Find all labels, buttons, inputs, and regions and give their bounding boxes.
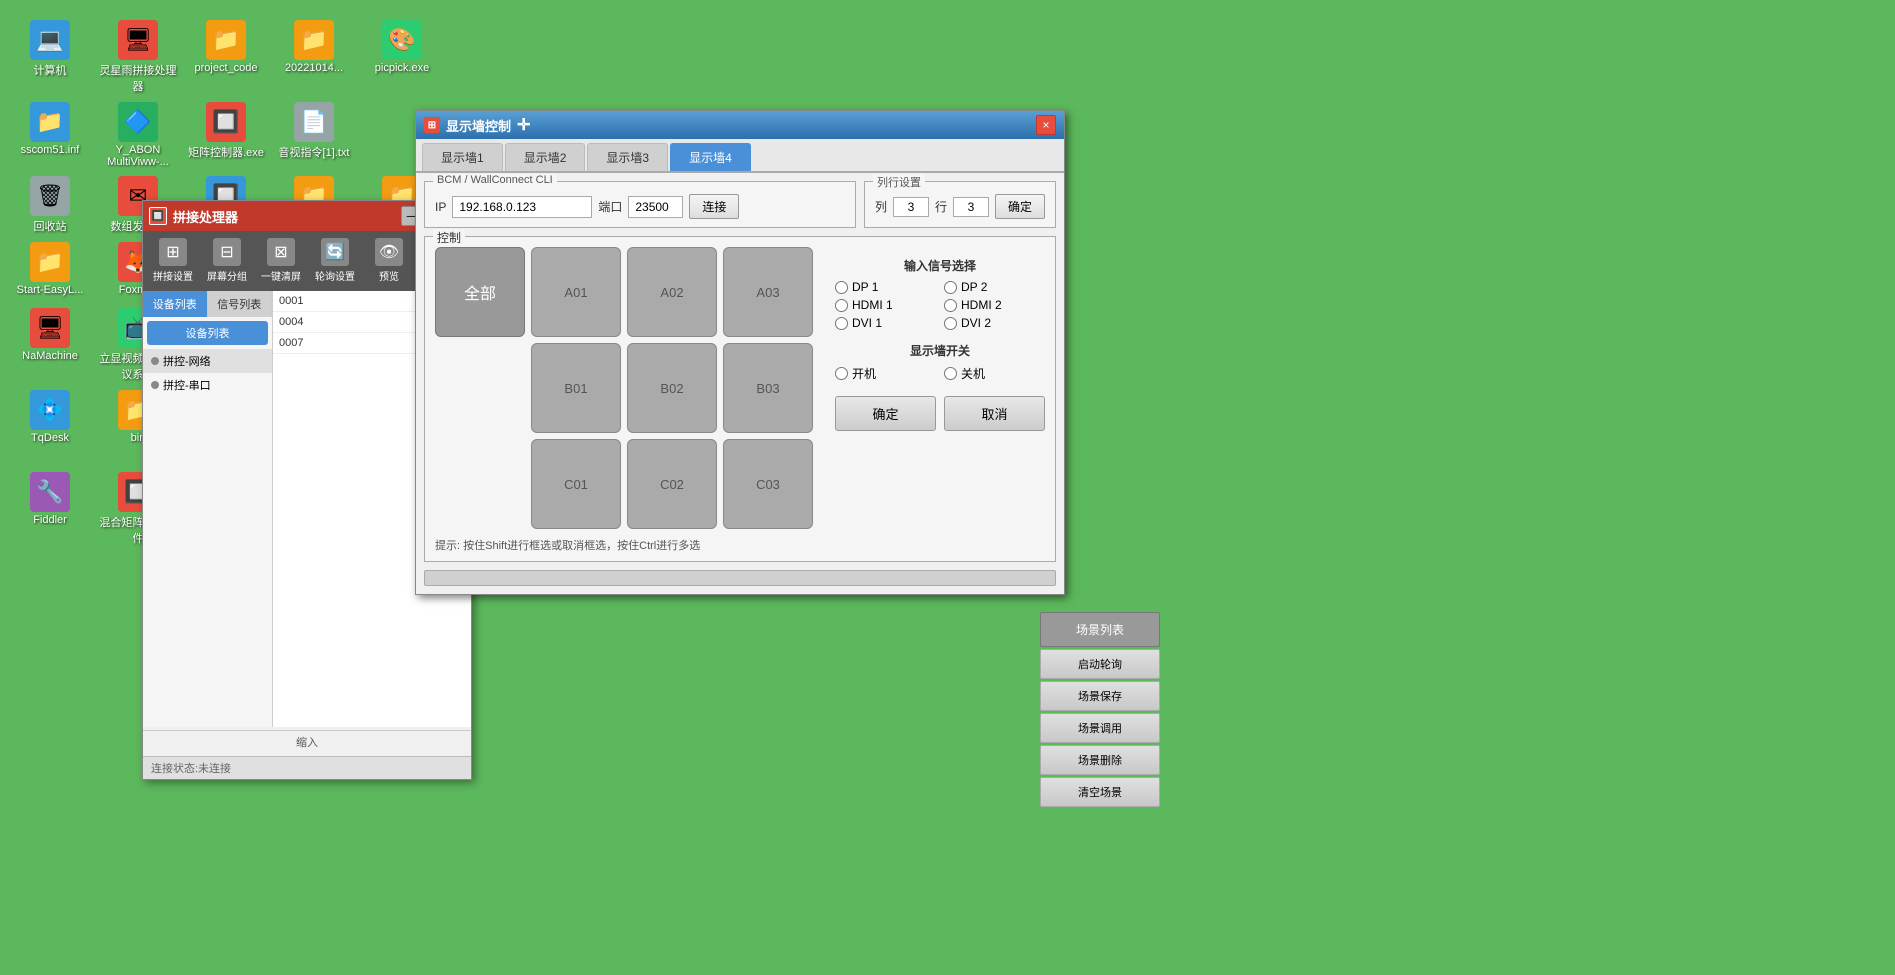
desktop-icon-computer[interactable]: 💻 计算机 bbox=[10, 20, 90, 94]
radio-hdmi2[interactable]: HDMI 2 bbox=[944, 298, 1045, 312]
cell-a01[interactable]: A01 bbox=[531, 247, 621, 337]
control-cancel-btn[interactable]: 取消 bbox=[944, 396, 1045, 431]
hint-text: 提示: 按住Shift进行框选或取消框选，按住Ctrl进行多选 bbox=[435, 537, 1045, 553]
desktop-icon-2022[interactable]: 📁 20221014... bbox=[274, 20, 354, 94]
desktop-icon-start-easy[interactable]: 📁 Start-EasyL... bbox=[10, 242, 90, 300]
bcm-section: BCM / WallConnect CLI IP 端口 连接 bbox=[424, 181, 856, 228]
port-label: 端口 bbox=[598, 198, 622, 215]
display-title-text: 显示墙控制 bbox=[446, 116, 511, 135]
cell-c03[interactable]: C03 bbox=[723, 439, 813, 529]
processor-statusbar: 连接状态:未连接 bbox=[143, 756, 471, 779]
display-control-window: ⊞ 显示墙控制 ✛ × 显示墙1 显示墙2 显示墙3 显示墙4 BCM / Wa… bbox=[415, 110, 1065, 595]
radio-hdmi1[interactable]: HDMI 1 bbox=[835, 298, 936, 312]
grid-area: 全部 A01 A02 A03 B01 B02 B03 C01 C02 bbox=[435, 247, 823, 529]
scene-panel: 场景列表 启动轮询 场景保存 场景调用 场景删除 清空场景 bbox=[1040, 612, 1160, 807]
desktop-icon-matrix-ctrl[interactable]: 🔲 矩阵控制器.exe bbox=[186, 102, 266, 168]
cell-b02[interactable]: B02 bbox=[627, 343, 717, 433]
processor-sidebar: 设备列表 信号列表 设备列表 拼控-网络 拼控-串口 bbox=[143, 291, 273, 727]
desktop-icon-recycle[interactable]: 🗑 回收站 bbox=[10, 176, 90, 234]
scene-action-delete[interactable]: 场景删除 bbox=[1040, 745, 1160, 775]
tab-display-2[interactable]: 显示墙2 bbox=[505, 143, 586, 171]
port-input[interactable] bbox=[628, 196, 683, 218]
connect-btn[interactable]: 连接 bbox=[689, 194, 739, 219]
tab-signal-list[interactable]: 信号列表 bbox=[208, 291, 273, 317]
display-tabs-bar: 显示墙1 显示墙2 显示墙3 显示墙4 bbox=[416, 139, 1064, 173]
tool-btn-screen-group[interactable]: ⊟ 屏幕分组 bbox=[201, 235, 253, 287]
desktop-icon-namachine[interactable]: 🖥 NaMachine bbox=[10, 308, 90, 382]
tool-btn-splice[interactable]: ⊞ 拼接设置 bbox=[147, 235, 199, 287]
radio-power-on[interactable]: 开机 bbox=[835, 365, 936, 382]
device-list-btn[interactable]: 设备列表 bbox=[147, 321, 268, 345]
scene-action-apply[interactable]: 场景调用 bbox=[1040, 713, 1160, 743]
desktop-icon-sscom[interactable]: 📁 sscom51.inf bbox=[10, 102, 90, 168]
radio-dvi2[interactable]: DVI 2 bbox=[944, 316, 1045, 330]
display-title-icon: ⊞ bbox=[424, 117, 440, 133]
col-label: 列 bbox=[875, 198, 887, 215]
control-confirm-btn[interactable]: 确定 bbox=[835, 396, 936, 431]
control-legend: 控制 bbox=[433, 229, 465, 246]
tab-device-list[interactable]: 设备列表 bbox=[143, 291, 208, 317]
desktop-icon-picpick[interactable]: 🎨 picpick.exe bbox=[362, 20, 442, 94]
scene-action-clear[interactable]: 清空场景 bbox=[1040, 777, 1160, 807]
device-item-network[interactable]: 拼控-网络 bbox=[143, 349, 272, 373]
radio-power-off[interactable]: 关机 bbox=[944, 365, 1045, 382]
scene-action-save[interactable]: 场景保存 bbox=[1040, 681, 1160, 711]
scene-action-start-poll[interactable]: 启动轮询 bbox=[1040, 649, 1160, 679]
tab-display-3[interactable]: 显示墙3 bbox=[587, 143, 668, 171]
power-title: 显示墙开关 bbox=[835, 342, 1045, 359]
desktop-icon-fiddler[interactable]: 🔧 Fiddler bbox=[10, 472, 90, 546]
row-label: 行 bbox=[935, 198, 947, 215]
all-btn[interactable]: 全部 bbox=[435, 247, 525, 337]
rc-confirm-btn[interactable]: 确定 bbox=[995, 194, 1045, 219]
bottom-scroll[interactable] bbox=[424, 570, 1056, 586]
signal-title: 输入信号选择 bbox=[835, 257, 1045, 274]
desktop-icon-projcode[interactable]: 📁 project_code bbox=[186, 20, 266, 94]
tool-btn-clear[interactable]: ⊠ 一键清屏 bbox=[255, 235, 307, 287]
processor-footer: 缩入 bbox=[143, 730, 471, 753]
scene-list-btn[interactable]: 场景列表 bbox=[1040, 612, 1160, 647]
bcm-legend: BCM / WallConnect CLI bbox=[433, 174, 557, 186]
tool-btn-preview[interactable]: 👁 预览 bbox=[363, 235, 415, 287]
processor-title-icon: 🔲 bbox=[149, 207, 167, 225]
cell-c02[interactable]: C02 bbox=[627, 439, 717, 529]
tab-display-1[interactable]: 显示墙1 bbox=[422, 143, 503, 171]
desktop-icon-lxy[interactable]: 🖥 灵星雨拼接处理器 bbox=[98, 20, 178, 94]
col-input[interactable] bbox=[893, 197, 929, 217]
ip-input[interactable] bbox=[452, 196, 592, 218]
desktop-icon-cmd-txt[interactable]: 📄 音视指令[1].txt bbox=[274, 102, 354, 168]
cell-b03[interactable]: B03 bbox=[723, 343, 813, 433]
tool-btn-polling[interactable]: 🔄 轮询设置 bbox=[309, 235, 361, 287]
processor-title: 拼接处理器 bbox=[173, 207, 238, 226]
radio-dp1[interactable]: DP 1 bbox=[835, 280, 936, 294]
cell-b01[interactable]: B01 bbox=[531, 343, 621, 433]
desktop-icon-yabon[interactable]: 🔷 Y_ABON MultiViww-... bbox=[98, 102, 178, 168]
display-content: BCM / WallConnect CLI IP 端口 连接 列行设置 列 行 … bbox=[416, 173, 1064, 594]
signal-power-area: 输入信号选择 DP 1 DP 2 HDMI 1 HDMI 2 DVI 1 DVI… bbox=[835, 247, 1045, 529]
display-control-titlebar: ⊞ 显示墙控制 ✛ × bbox=[416, 111, 1064, 139]
cell-a02[interactable]: A02 bbox=[627, 247, 717, 337]
desktop-icon-tqdesk[interactable]: 💠 TqDesk bbox=[10, 390, 90, 464]
cell-c01[interactable]: C01 bbox=[531, 439, 621, 529]
row-col-section: 列行设置 列 行 确定 bbox=[864, 181, 1056, 228]
cell-a03[interactable]: A03 bbox=[723, 247, 813, 337]
control-section: 控制 全部 A01 A02 A03 B01 B02 B03 bbox=[424, 236, 1056, 562]
tab-display-4[interactable]: 显示墙4 bbox=[670, 143, 751, 171]
ip-label: IP bbox=[435, 200, 446, 214]
radio-dvi1[interactable]: DVI 1 bbox=[835, 316, 936, 330]
device-item-serial[interactable]: 拼控-串口 bbox=[143, 373, 272, 397]
display-close-btn[interactable]: × bbox=[1036, 115, 1056, 135]
row-input[interactable] bbox=[953, 197, 989, 217]
radio-dp2[interactable]: DP 2 bbox=[944, 280, 1045, 294]
rc-legend: 列行设置 bbox=[873, 174, 925, 190]
